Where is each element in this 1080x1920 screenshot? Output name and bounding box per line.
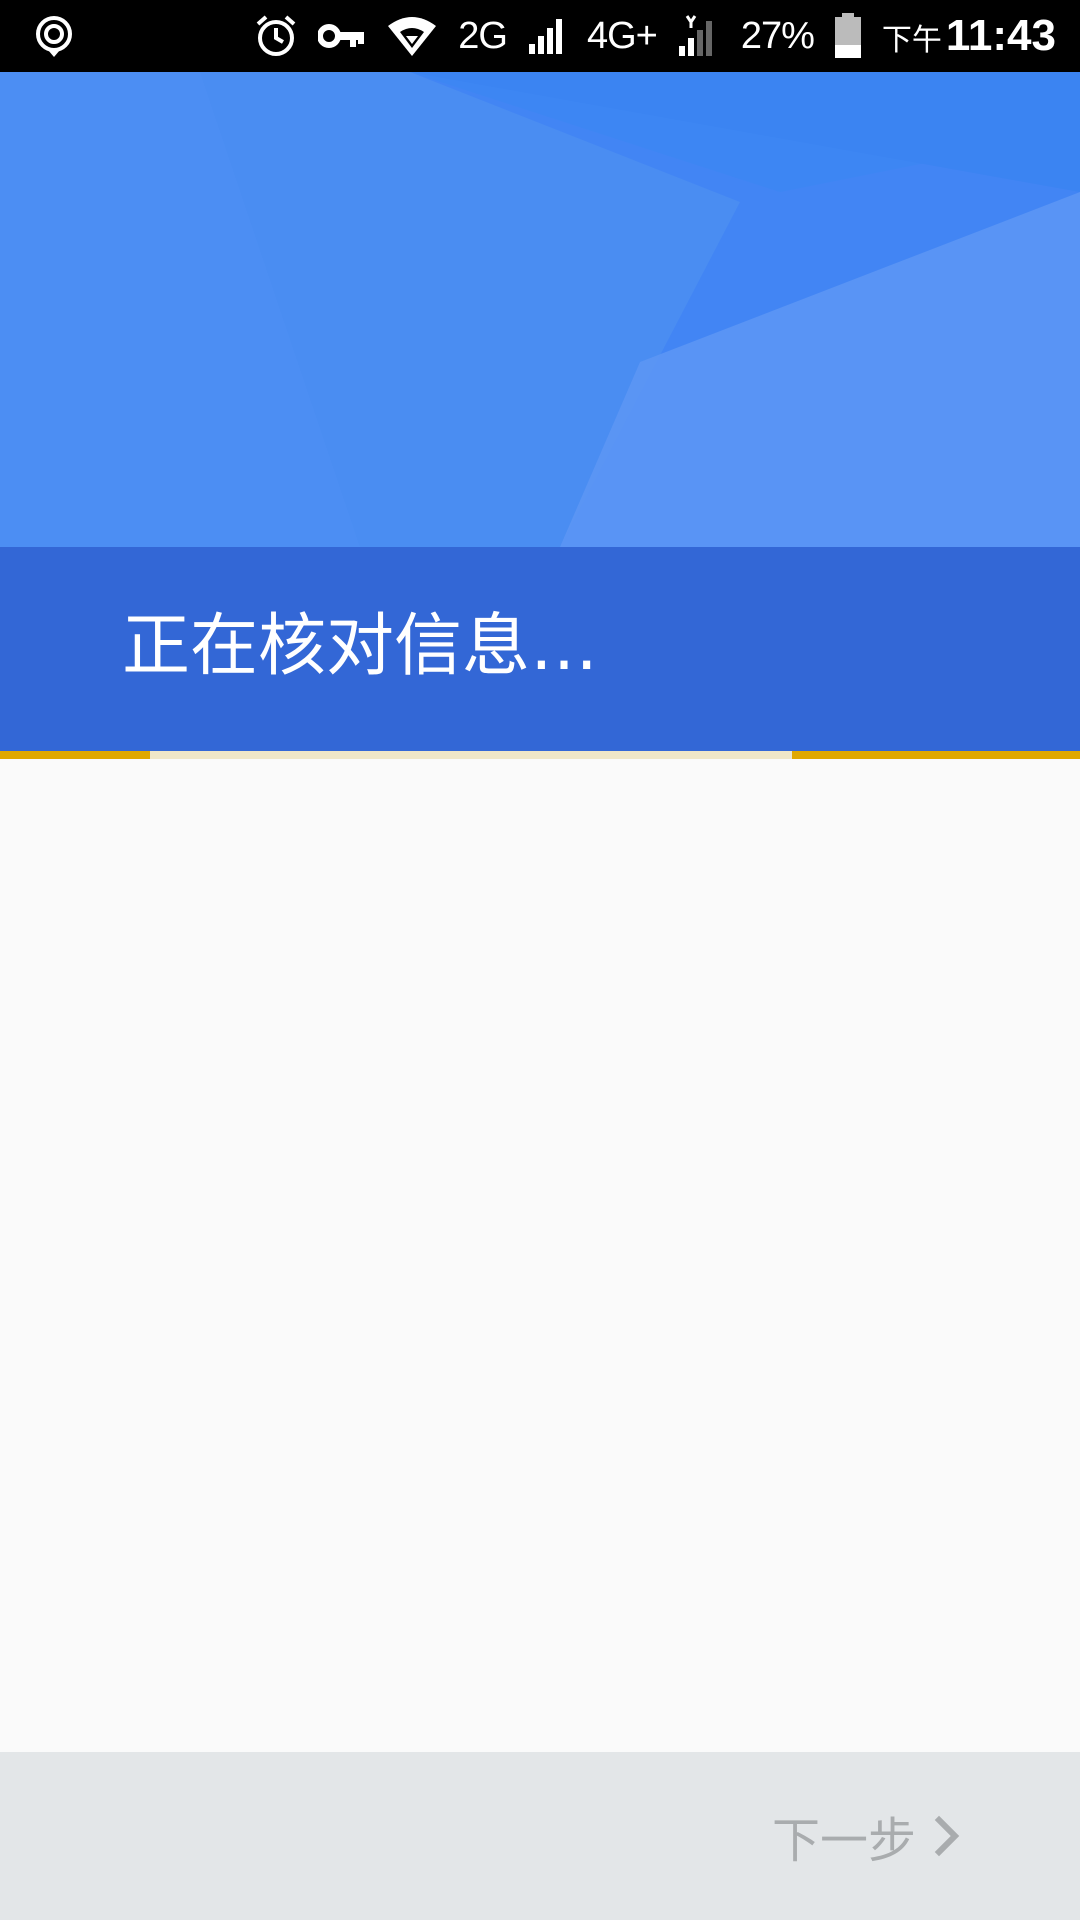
battery-icon	[834, 13, 862, 59]
alarm-icon	[254, 14, 298, 58]
bottom-nav-bar: 下一步	[0, 1752, 1080, 1920]
network-4g-label: 4G+	[586, 14, 658, 57]
time-label: 11:43	[945, 11, 1056, 60]
page-title: 正在核对信息…	[122, 607, 599, 686]
progress-bar	[0, 751, 1080, 759]
chevron-right-icon	[934, 1814, 962, 1858]
header-illustration	[0, 72, 1080, 547]
screen: 2G 4G+ 27% 下午 11:43 正在核对信息… 下一步	[0, 0, 1080, 1920]
header-background-shapes	[0, 72, 1080, 547]
next-button-label: 下一步	[771, 1813, 916, 1869]
next-button[interactable]: 下一步	[772, 1788, 962, 1884]
status-icons: 2G 4G+ 27% 下午 11:43	[254, 0, 1056, 72]
clock: 下午 11:43	[882, 11, 1056, 61]
battery-percent: 27%	[740, 14, 815, 57]
content-area	[0, 759, 1080, 1752]
network-2g-label: 2G	[458, 14, 508, 57]
vpn-key-icon	[318, 21, 366, 51]
progress-track	[150, 751, 792, 759]
title-band: 正在核对信息…	[0, 547, 1080, 751]
sync-icon	[32, 14, 76, 58]
ampm-label: 下午	[881, 23, 942, 58]
signal-icon	[527, 16, 567, 56]
signal-icon	[677, 14, 721, 58]
status-bar: 2G 4G+ 27% 下午 11:43	[0, 0, 1080, 72]
wifi-icon	[386, 14, 438, 58]
